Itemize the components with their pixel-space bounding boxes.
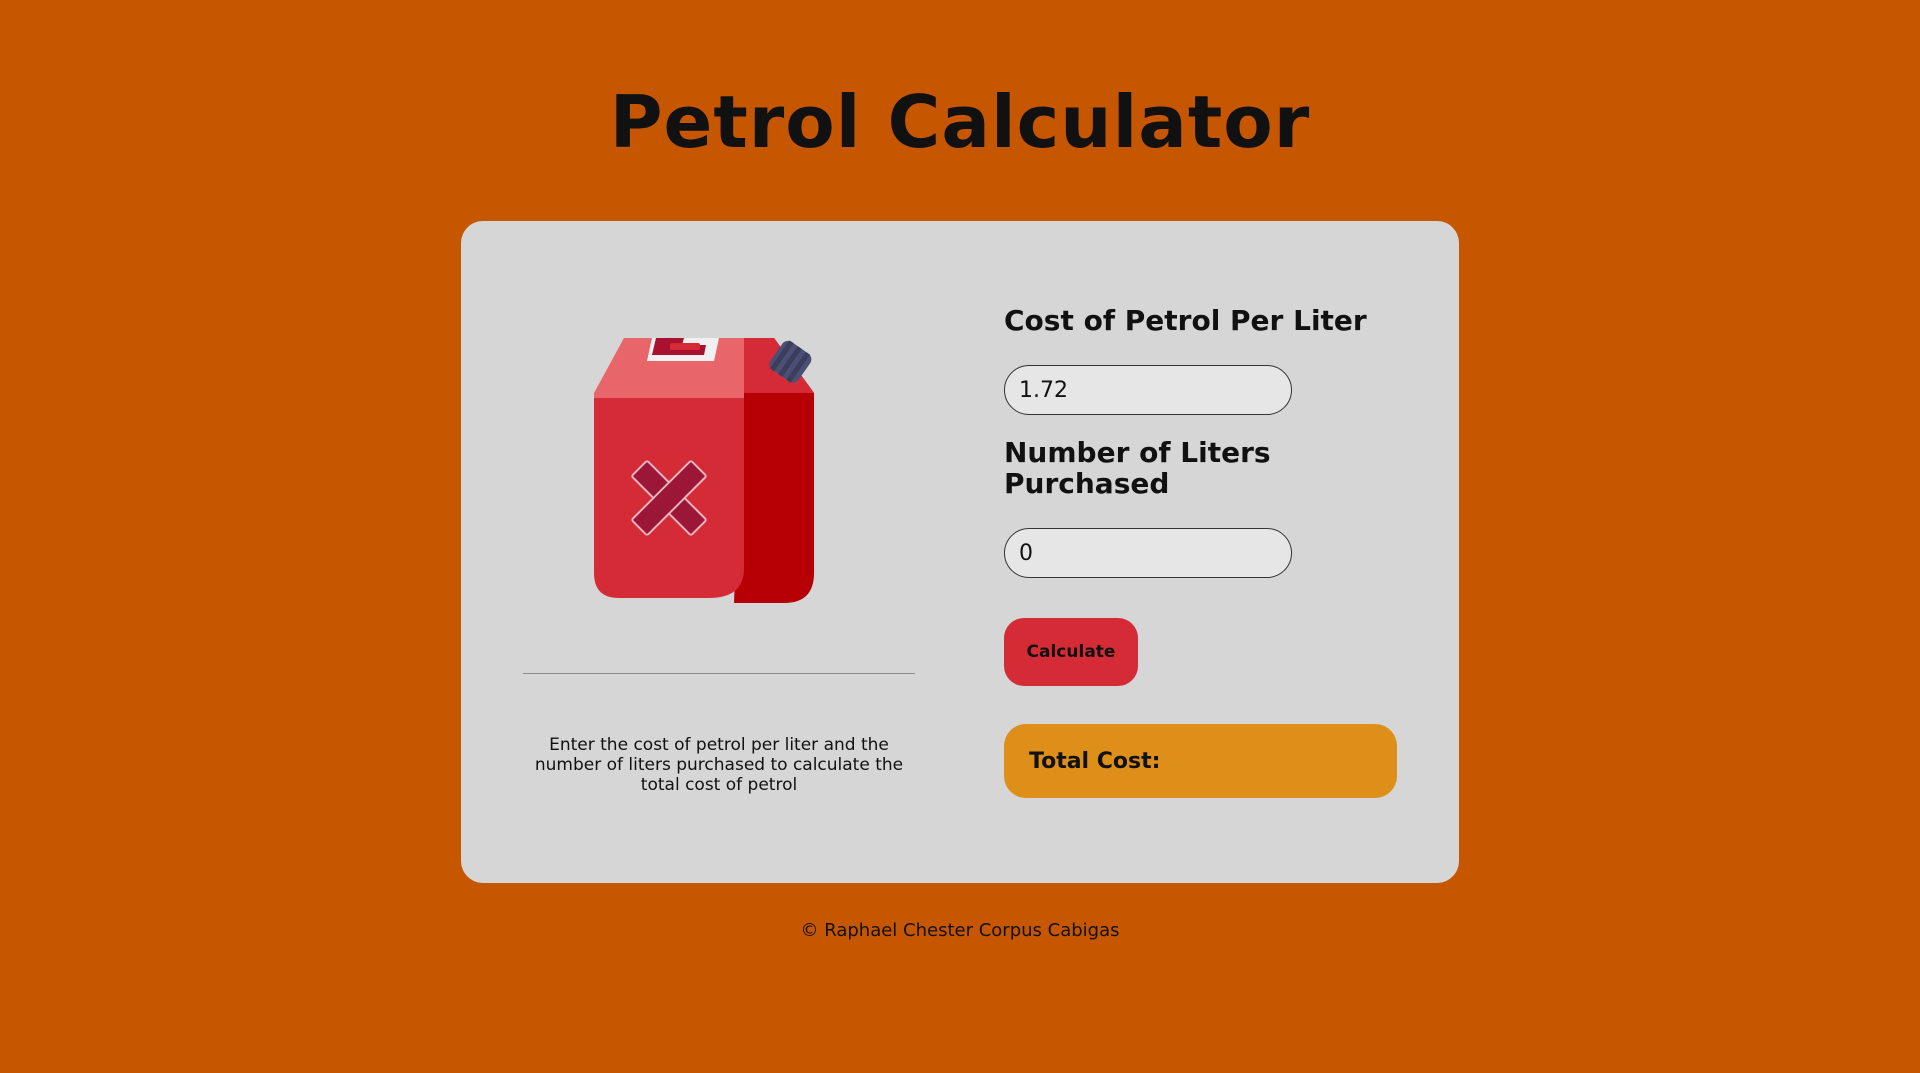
page-title: Petrol Calculator [609,80,1311,164]
calculate-button[interactable]: Calculate [1004,618,1138,686]
total-cost-label: Total Cost: [1029,748,1161,774]
instructions-text: Enter the cost of petrol per liter and t… [534,735,904,795]
total-cost-box: Total Cost: [1004,724,1397,798]
liters-purchased-input[interactable] [1004,528,1292,578]
footer-credit: © Raphael Chester Corpus Cabigas [800,920,1120,941]
calculator-card: Enter the cost of petrol per liter and t… [461,221,1459,883]
liters-purchased-label: Number of Liters Purchased [1004,436,1271,500]
section-divider [523,673,915,674]
petrol-jerrycan-icon [584,333,824,603]
cost-per-liter-label: Cost of Petrol Per Liter [1004,304,1367,337]
cost-per-liter-input[interactable] [1004,365,1292,415]
